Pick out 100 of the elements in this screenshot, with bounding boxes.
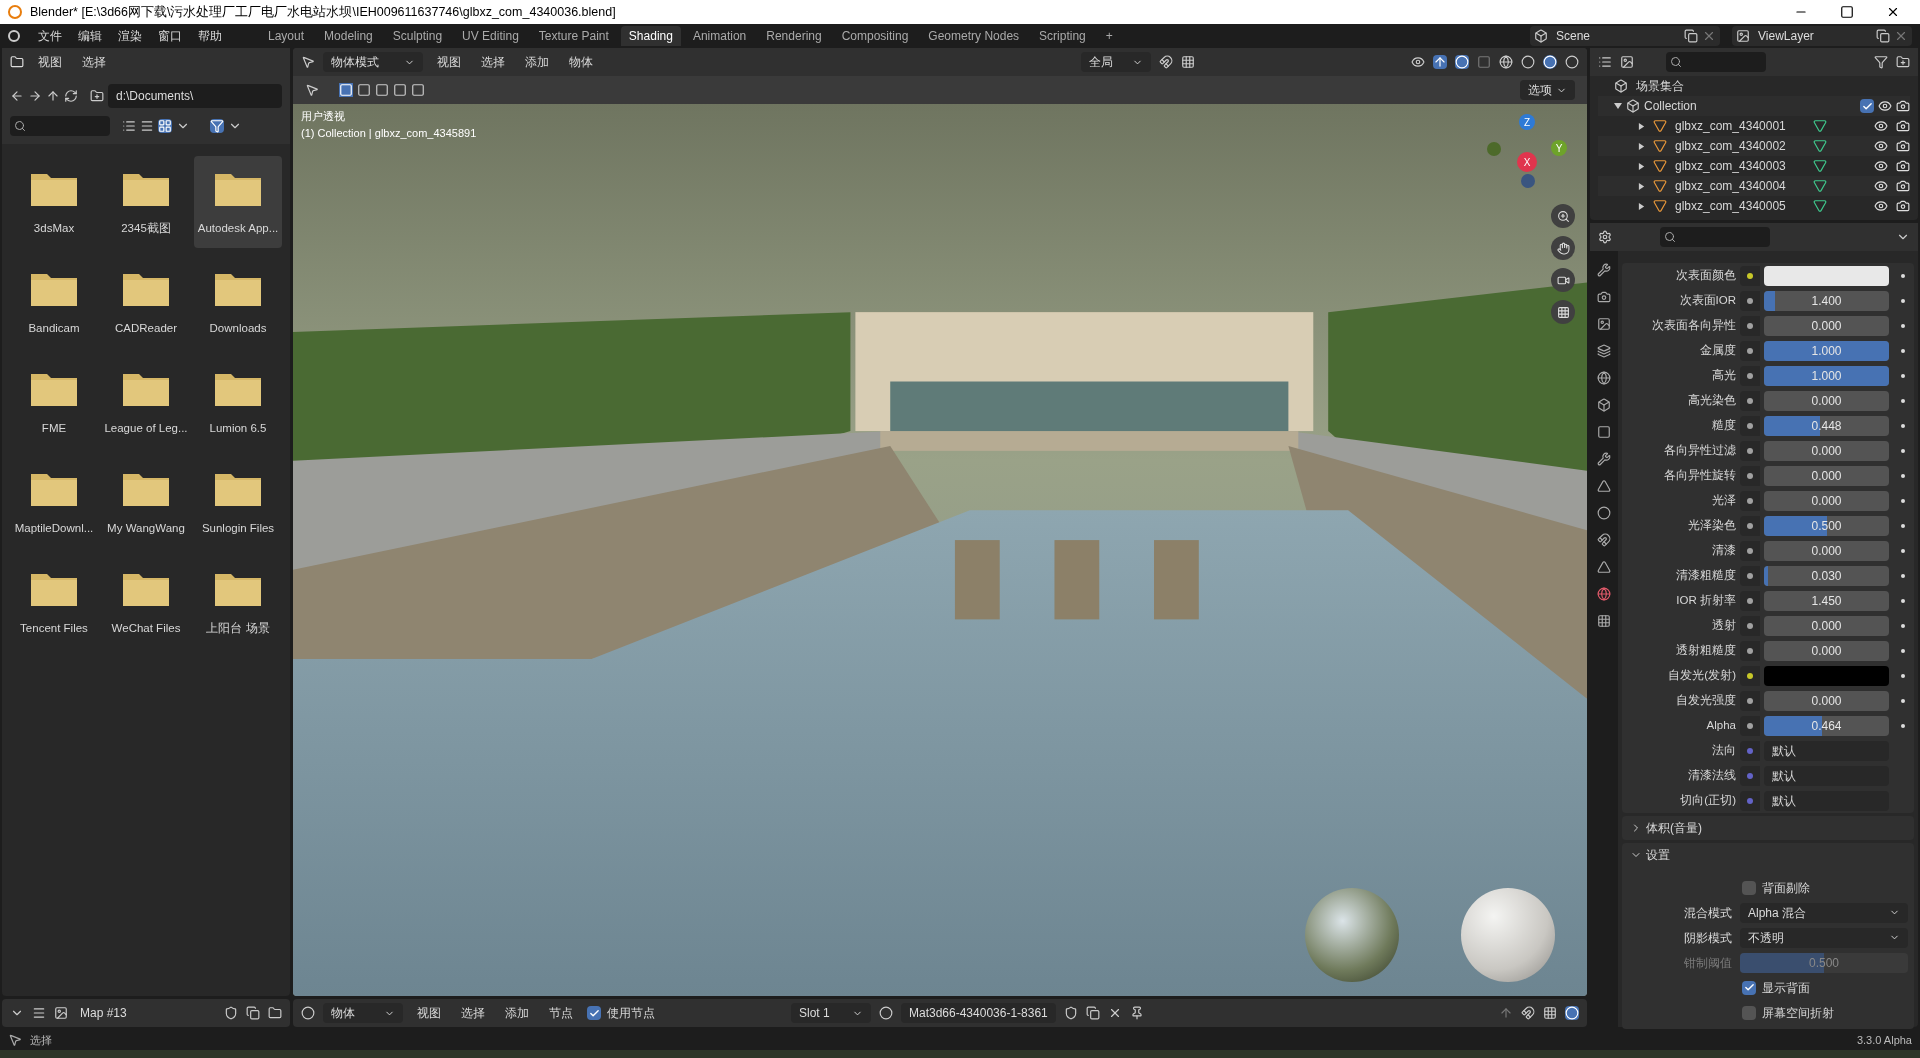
wireframe-shading-icon[interactable]	[1499, 55, 1513, 69]
workspace-tab[interactable]: Modeling	[316, 26, 381, 46]
workspace-tab[interactable]: Rendering	[758, 26, 830, 46]
path-field[interactable]: d:\Documents\	[108, 84, 282, 108]
list-view-icon[interactable]	[122, 119, 136, 133]
rendered-shading-icon[interactable]	[1565, 55, 1579, 69]
gizmo-icon[interactable]	[1433, 55, 1447, 69]
properties-tab-icon[interactable]	[1597, 479, 1611, 493]
filter-icon[interactable]	[1874, 55, 1888, 69]
mesh-data-icon[interactable]	[1813, 159, 1827, 173]
mesh-data-icon[interactable]	[1813, 139, 1827, 153]
value-slider[interactable]: 0.000	[1764, 440, 1889, 461]
select-subtract-icon[interactable]	[375, 83, 389, 97]
collection-icon[interactable]	[1626, 99, 1640, 113]
visibility-icon[interactable]	[1878, 99, 1892, 113]
select-new-icon[interactable]	[339, 83, 353, 97]
snap-icon[interactable]	[1159, 55, 1173, 69]
copy-icon[interactable]	[1085, 1006, 1100, 1020]
mesh-data-icon[interactable]	[1813, 119, 1827, 133]
outliner-item[interactable]: glbxz_com_4340001	[1675, 117, 1805, 135]
mouse-left-icon[interactable]	[8, 1033, 22, 1047]
xray-icon[interactable]	[1477, 55, 1491, 69]
value-slider[interactable]: 0.000	[1764, 540, 1889, 561]
editor-type-icon[interactable]	[301, 55, 315, 69]
expand-arrow-icon[interactable]	[1638, 142, 1645, 150]
outliner-item[interactable]: 场景集合	[1636, 77, 1684, 95]
workspace-tab[interactable]: Sculpting	[384, 26, 451, 46]
value-slider[interactable]: 0.030	[1764, 565, 1889, 586]
material-browse-icon[interactable]	[879, 1006, 893, 1020]
properties-tab-icon[interactable]	[1597, 317, 1611, 331]
color-swatch[interactable]	[1764, 265, 1889, 286]
copy-icon[interactable]	[1684, 29, 1698, 43]
select-tool-icon[interactable]	[305, 83, 319, 97]
workspace-tab[interactable]: Shading	[620, 26, 681, 46]
properties-tab-icon[interactable]	[1597, 344, 1611, 358]
value-slider[interactable]: 0.000	[1764, 490, 1889, 511]
expand-arrow-icon[interactable]	[1638, 122, 1645, 130]
workspace-tab[interactable]: Texture Paint	[530, 26, 617, 46]
menu-item[interactable]: 渲染	[112, 27, 148, 45]
menu-item[interactable]: 选择	[455, 1004, 491, 1022]
expand-arrow-icon[interactable]	[1614, 102, 1622, 110]
value-slider[interactable]: 1.400	[1764, 290, 1889, 311]
exclude-checkbox[interactable]	[1860, 99, 1874, 113]
menu-item[interactable]: 视图	[431, 53, 467, 71]
refresh-icon[interactable]	[64, 89, 78, 103]
properties-tab-icon[interactable]	[1597, 587, 1611, 601]
properties-tab-icon[interactable]	[1597, 290, 1611, 304]
folder-item[interactable]: FME	[10, 356, 98, 448]
select-invert-icon[interactable]	[393, 83, 407, 97]
menu-item[interactable]: 帮助	[192, 27, 228, 45]
parent-folder-icon[interactable]	[46, 89, 60, 103]
expand-arrow-icon[interactable]	[1638, 202, 1645, 210]
properties-tab-icon[interactable]	[1597, 560, 1611, 574]
folder-item[interactable]: Tencent Files	[10, 556, 98, 648]
object-type-dropdown[interactable]: 物体	[323, 1003, 403, 1023]
value-slider[interactable]: 1.000	[1764, 365, 1889, 386]
workspace-tab[interactable]: Geometry Nodes	[920, 26, 1028, 46]
select-intersect-icon[interactable]	[411, 83, 425, 97]
search-field[interactable]	[10, 116, 110, 136]
copy-icon[interactable]	[1876, 29, 1890, 43]
material-name-field[interactable]: Mat3d66-4340036-1-8361	[901, 1003, 1056, 1023]
outliner-item[interactable]: glbxz_com_4340003	[1675, 157, 1805, 175]
folder-item[interactable]: 3dsMax	[10, 156, 98, 248]
dropdown[interactable]: Alpha 混合	[1740, 902, 1908, 923]
back-icon[interactable]	[10, 89, 24, 103]
panel-title[interactable]: 体积(音量)	[1646, 819, 1702, 837]
visibility-icon[interactable]	[1874, 139, 1888, 153]
folder-item[interactable]: My WangWang	[102, 456, 190, 548]
detail-view-icon[interactable]	[140, 119, 154, 133]
render-icon[interactable]	[1896, 199, 1910, 213]
value-slider[interactable]: 0.000	[1764, 315, 1889, 336]
menu-item[interactable]: 窗口	[152, 27, 188, 45]
overlay-icon[interactable]	[1455, 55, 1469, 69]
properties-tab-icon[interactable]	[1597, 425, 1611, 439]
options-dropdown[interactable]: 选项	[1520, 80, 1575, 100]
menu-item[interactable]: 选择	[76, 53, 112, 71]
value-slider[interactable]: 1.000	[1764, 340, 1889, 361]
properties-tab-icon[interactable]	[1597, 452, 1611, 466]
dropdown[interactable]: 不透明	[1740, 927, 1908, 948]
menu-item[interactable]: 选择	[475, 53, 511, 71]
render-icon[interactable]	[1896, 139, 1910, 153]
input-socket-field[interactable]: 默认	[1764, 740, 1889, 761]
scene-collection-icon[interactable]	[1614, 79, 1628, 93]
value-slider[interactable]: 0.000	[1764, 465, 1889, 486]
slot-dropdown[interactable]: Slot 1	[791, 1003, 871, 1023]
search-field[interactable]	[1660, 227, 1770, 247]
properties-tab-icon[interactable]	[1597, 614, 1611, 628]
fake-user-icon[interactable]	[1063, 1006, 1078, 1020]
mesh-data-icon[interactable]	[1813, 179, 1827, 193]
color-swatch[interactable]	[1764, 665, 1889, 686]
expand-arrow-icon[interactable]	[1638, 162, 1645, 170]
workspace-tab[interactable]: UV Editing	[454, 26, 527, 46]
menu-item[interactable]: 添加	[519, 53, 555, 71]
parent-icon[interactable]	[1499, 1006, 1513, 1020]
snap-target-icon[interactable]	[1543, 1006, 1557, 1020]
properties-tab-icon[interactable]	[1597, 263, 1611, 277]
visibility-icon[interactable]	[1874, 199, 1888, 213]
folder-item[interactable]: WeChat Files	[102, 556, 190, 648]
folder-item[interactable]: Autodesk App...	[194, 156, 282, 248]
properties-tab-icon[interactable]	[1597, 371, 1611, 385]
